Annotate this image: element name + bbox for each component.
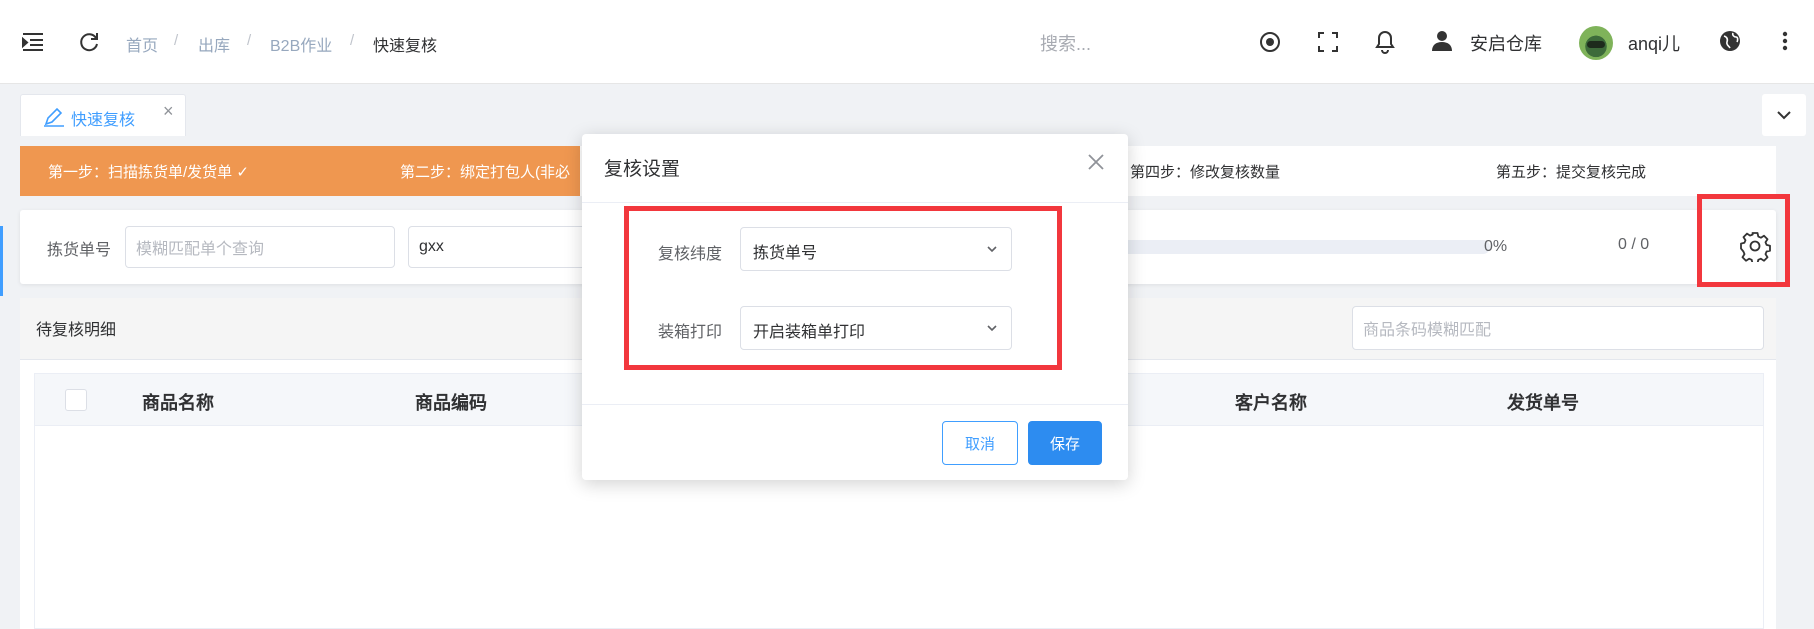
chevron-down-icon [1777,111,1791,120]
search-input[interactable]: 搜索... [1040,30,1091,56]
progress-percent: 0% [1484,238,1508,255]
avatar[interactable] [1579,26,1613,60]
select-all-checkbox[interactable] [65,389,87,411]
tab-quick-review[interactable]: 快速复核 × [20,94,186,136]
warehouse-name[interactable]: 安启仓库 [1470,30,1542,56]
edit-pen-icon [43,107,65,132]
breadcrumb-home[interactable]: 首页 [126,32,158,56]
pick-order-input[interactable]: 模糊匹配单个查询 [125,226,395,268]
step-5: 第五步：提交复核完成 [1496,164,1647,181]
breadcrumb-outbound[interactable]: 出库 [198,32,230,56]
globe-icon[interactable] [1718,29,1742,53]
pick-order-label: 拣货单号 [47,242,112,259]
breadcrumb-separator: / [350,32,355,49]
review-count: 0 / 0 [1618,236,1650,253]
record-icon[interactable] [1258,30,1282,54]
tab-label: 快速复核 [71,112,136,129]
breadcrumb-separator: / [247,32,252,49]
tags-dropdown-button[interactable] [1762,94,1806,136]
active-indicator [0,226,3,296]
highlight-box-gear-button [1697,194,1790,287]
divider [582,202,1128,203]
progress-bar [1110,240,1490,254]
column-header-shipment-number: 发货单号 [1507,393,1579,413]
breadcrumb-b2b[interactable]: B2B作业 [270,32,332,56]
panel-title: 待复核明细 [36,322,117,339]
divider [582,404,1128,405]
close-icon[interactable] [1082,148,1110,176]
menu-fold-icon[interactable] [20,30,46,54]
column-header-product-name: 商品名称 [142,393,214,413]
barcode-search-input[interactable]: 商品条码模糊匹配 [1352,306,1764,350]
breadcrumb-separator: / [174,32,179,49]
user-icon[interactable] [1430,29,1454,53]
breadcrumb-current: 快速复核 [373,38,438,55]
step-4: 第四步：修改复核数量 [1130,164,1281,181]
highlight-box-settings-form [624,206,1062,370]
dialog-title: 复核设置 [604,159,681,180]
column-header-customer-name: 客户名称 [1235,393,1307,413]
refresh-icon[interactable] [77,30,101,54]
fullscreen-icon[interactable] [1316,30,1340,54]
column-header-product-code: 商品编码 [415,393,487,413]
save-button[interactable]: 保存 [1028,421,1102,465]
close-icon[interactable]: × [163,101,174,122]
cancel-button[interactable]: 取消 [942,421,1018,465]
scan-input[interactable]: gxx [408,226,608,268]
username[interactable]: anqi儿 [1628,30,1680,56]
top-header: 首页 / 出库 / B2B作业 / 快速复核 搜索... 安启仓库 anqi儿 [0,0,1814,84]
step-1: 第一步：扫描拣货单/发货单 ✓ [48,164,249,181]
bell-icon[interactable] [1373,29,1397,55]
step-2: 第二步：绑定打包人(非必 [400,164,570,181]
more-vertical-icon[interactable] [1776,28,1794,54]
